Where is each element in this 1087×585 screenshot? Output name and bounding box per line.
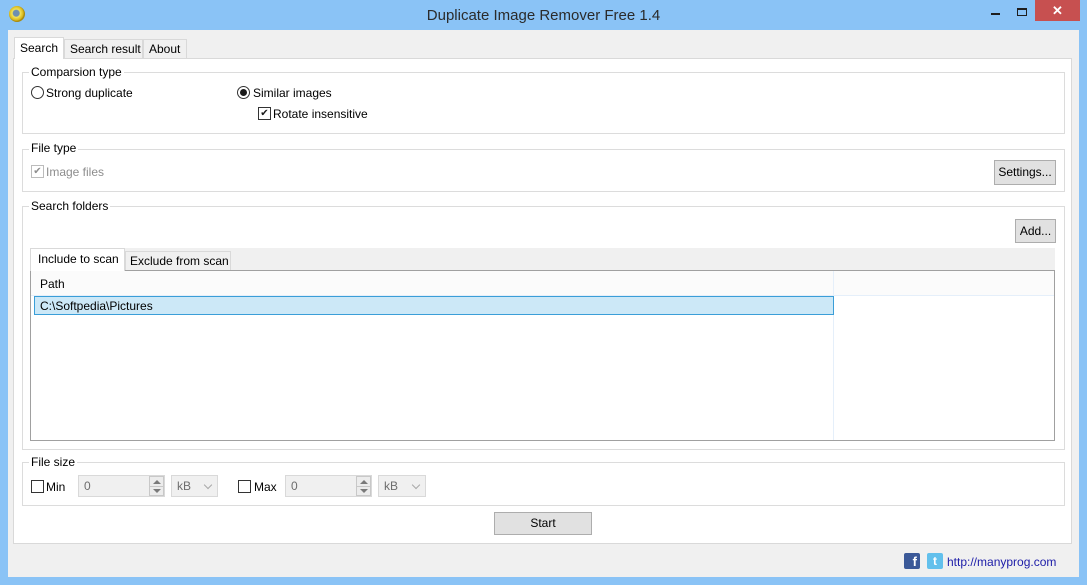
chevron-down-icon <box>411 480 421 490</box>
tab-include-to-scan[interactable]: Include to scan <box>30 248 125 271</box>
twitter-icon[interactable]: t <box>927 553 943 569</box>
min-size-unit: kB <box>177 479 192 493</box>
file-size-label: File size <box>29 455 78 469</box>
spin-down-icon[interactable] <box>360 489 368 493</box>
spin-up-icon[interactable] <box>360 480 368 484</box>
facebook-icon[interactable]: f <box>904 553 920 569</box>
rotate-insensitive-label[interactable]: Rotate insensitive <box>273 107 368 121</box>
tab-search-result[interactable]: Search result <box>64 39 143 58</box>
max-size-unit-select[interactable]: kB <box>378 475 426 497</box>
max-size-value: 0 <box>291 479 298 493</box>
image-files-checkbox: ✔ <box>31 165 44 178</box>
spin-divider <box>357 486 370 487</box>
similar-images-label[interactable]: Similar images <box>253 86 332 100</box>
chevron-down-icon <box>203 480 213 490</box>
comparison-type-group <box>22 72 1065 134</box>
close-icon: ✕ <box>1052 3 1063 18</box>
folder-list[interactable]: Path C:\Softpedia\Pictures <box>30 270 1055 441</box>
similar-images-radio[interactable] <box>237 86 250 99</box>
add-folder-button[interactable]: Add... <box>1015 219 1056 243</box>
max-size-unit: kB <box>384 479 399 493</box>
comparison-type-label: Comparsion type <box>29 65 124 79</box>
max-size-label[interactable]: Max <box>254 480 277 494</box>
website-link[interactable]: http://manyprog.com <box>947 555 1056 569</box>
minimize-button[interactable] <box>977 0 1006 21</box>
folder-path: C:\Softpedia\Pictures <box>40 299 153 313</box>
list-item[interactable]: C:\Softpedia\Pictures <box>34 296 834 315</box>
close-button[interactable]: ✕ <box>1035 0 1080 21</box>
min-size-stepper[interactable] <box>149 476 164 496</box>
image-files-label: Image files <box>46 165 105 179</box>
search-folders-label: Search folders <box>29 199 111 213</box>
settings-button[interactable]: Settings... <box>994 160 1056 185</box>
maximize-icon <box>1017 8 1027 16</box>
rotate-insensitive-checkbox[interactable]: ✔ <box>258 107 271 120</box>
file-type-group <box>22 149 1065 192</box>
min-size-label[interactable]: Min <box>46 480 65 494</box>
list-header: Path <box>31 271 1054 296</box>
window-title: Duplicate Image Remover Free 1.4 <box>426 7 661 24</box>
tab-about[interactable]: About <box>143 39 187 58</box>
min-size-checkbox[interactable]: ✔ <box>31 480 44 493</box>
spin-up-icon[interactable] <box>153 480 161 484</box>
spin-divider <box>150 486 163 487</box>
checkmark-icon: ✔ <box>33 166 42 177</box>
start-button[interactable]: Start <box>494 512 592 535</box>
file-type-label: File type <box>29 141 79 155</box>
minimize-icon <box>991 13 1000 15</box>
column-header-path[interactable]: Path <box>40 277 65 291</box>
checkmark-icon: ✔ <box>260 108 269 119</box>
strong-duplicate-label[interactable]: Strong duplicate <box>46 86 133 100</box>
min-size-unit-select[interactable]: kB <box>171 475 218 497</box>
min-size-value: 0 <box>84 479 91 493</box>
max-size-checkbox[interactable]: ✔ <box>238 480 251 493</box>
tab-exclude-from-scan[interactable]: Exclude from scan <box>125 251 231 271</box>
strong-duplicate-radio[interactable] <box>31 86 44 99</box>
maximize-button[interactable] <box>1006 0 1035 21</box>
max-size-stepper[interactable] <box>356 476 371 496</box>
spin-down-icon[interactable] <box>153 489 161 493</box>
tab-search[interactable]: Search <box>14 37 64 59</box>
